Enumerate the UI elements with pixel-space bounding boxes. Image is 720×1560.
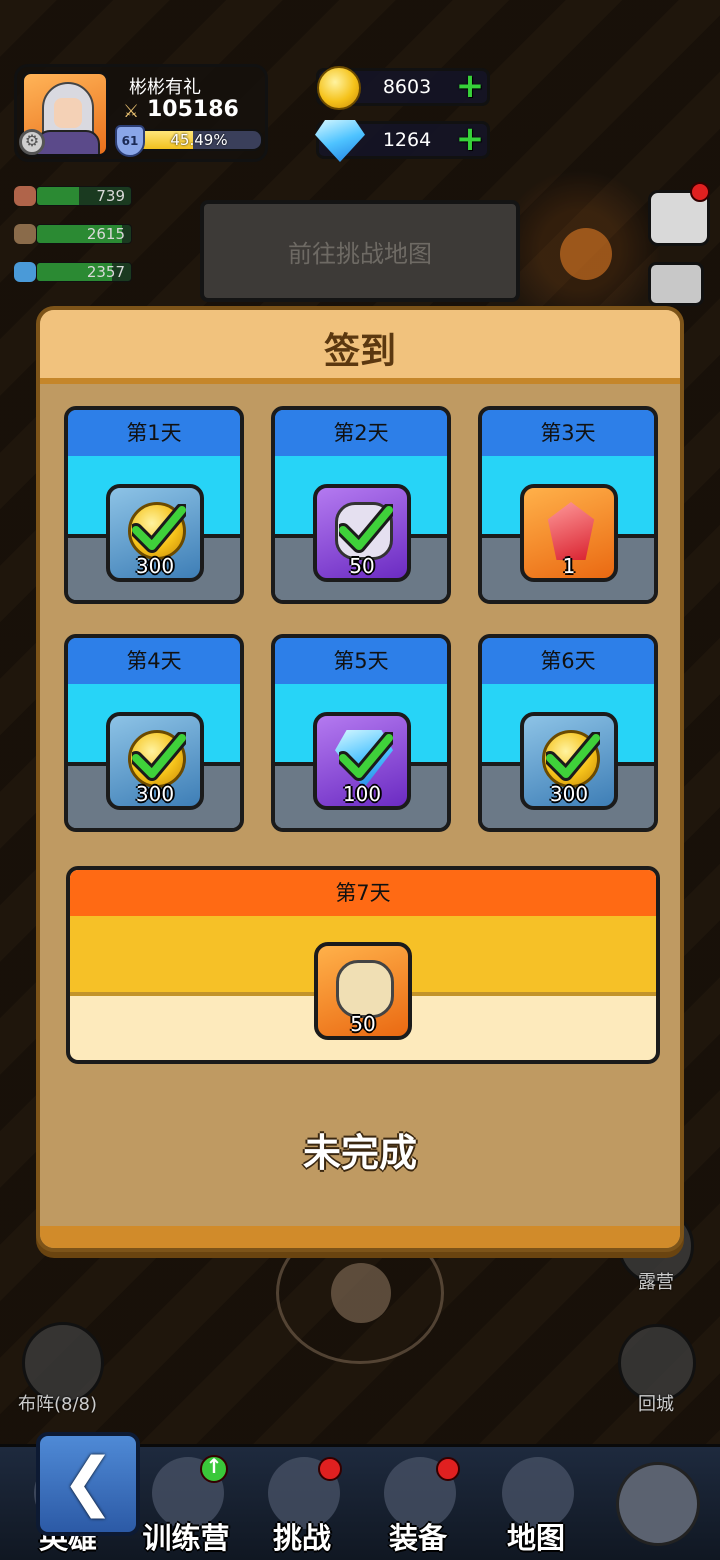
formation-label: 布阵(8/8) [18,1394,98,1415]
reward-qty: 100 [342,782,382,806]
add-gold-button[interactable]: + [455,69,485,103]
settings-gear-icon[interactable]: ⚙ [19,129,45,155]
check-icon [546,732,600,781]
notification-badge [436,1457,460,1481]
wood-icon [14,224,36,244]
add-diamond-button[interactable]: + [455,122,485,156]
resource-value: 739 [96,187,125,205]
nav-label: 训练营 [142,1521,230,1555]
resource-row-crystal: 2357 [14,260,132,284]
back-button[interactable]: ❮ [36,1432,140,1536]
crossed-swords-icon: ⚔ [123,101,140,122]
signin-panel: 签到 第1天 300 第2天 50 第3天 1 第4天 300 第5天 100 第6天 300 第7天… [36,306,684,1252]
reward-tile[interactable]: 50 [313,484,411,582]
day-card-1[interactable]: 第1天 300 [64,406,244,604]
resource-value: 2357 [86,263,125,281]
joystick-knob[interactable] [331,1263,391,1323]
exp-bar: 45.49% [135,129,263,151]
day-card-2[interactable]: 第2天 50 [271,406,451,604]
day-card-6[interactable]: 第6天 300 [478,634,658,832]
nav-label: 地图 [506,1521,565,1555]
day-label: 第1天 [68,410,240,456]
nav-challenge[interactable]: 挑战 [244,1453,360,1560]
signin-status: 未完成 [302,1131,417,1175]
day-label: 第7天 [70,870,656,916]
player-card[interactable]: ⚙ 彬彬有礼 ⚔ 105186 61 45.49% [14,64,268,162]
go-to-map-button[interactable]: 前往挑战地图 [200,200,520,302]
resource-row-meat: 739 [14,184,132,208]
return-city-label: 回城 [638,1394,674,1415]
level-shield-icon: 61 [115,125,145,157]
day-label: 第6天 [482,638,654,684]
day-label: 第5天 [275,638,447,684]
nav-label: 挑战 [272,1521,331,1555]
exp-percent: 45.49% [170,131,228,149]
day-label: 第4天 [68,638,240,684]
reward-tile[interactable]: 300 [520,712,618,810]
diamond-icon [315,120,365,162]
notification-badge [690,182,710,202]
red-crystal-icon [547,502,595,560]
check-icon [339,504,393,553]
crystal-icon [14,262,36,282]
nav-map[interactable]: 地图 [478,1453,594,1560]
check-icon [339,732,393,781]
reward-qty: 300 [135,782,175,806]
reward-tile[interactable]: 1 [520,484,618,582]
notification-badge [318,1457,342,1481]
day-card-5[interactable]: 第5天 100 [271,634,451,832]
reward-tile[interactable]: 50 [314,942,412,1040]
day-label: 第3天 [482,410,654,456]
reward-tile[interactable]: 300 [106,484,204,582]
locked-feature-lock-icon[interactable] [616,1462,700,1546]
day-card-3[interactable]: 第3天 1 [478,406,658,604]
reward-qty: 50 [350,1012,376,1036]
check-icon [132,732,186,781]
hero-portrait-icon [336,960,394,1018]
reward-tile[interactable]: 100 [313,712,411,810]
gold-counter: 8603 + [316,66,490,110]
day-card-7[interactable]: 第7天 50 [66,866,660,1064]
reward-qty: 1 [562,554,576,578]
gold-coin-icon [317,66,361,110]
panel-header: 签到 [40,310,680,384]
camp-label: 露营 [638,1272,674,1293]
check-icon [132,504,186,553]
meat-icon [14,186,36,206]
gold-value: 8603 [382,76,432,98]
reward-qty: 50 [349,554,375,578]
reward-qty: 300 [135,554,175,578]
mail-icon[interactable] [648,262,704,306]
power-value: 105186 [147,97,239,122]
resource-row-wood: 2615 [14,222,132,246]
reward-qty: 300 [549,782,589,806]
reward-tile[interactable]: 300 [106,712,204,810]
nav-label: 装备 [388,1521,447,1555]
day-label: 第2天 [275,410,447,456]
upgrade-arrow-icon: ↑ [200,1455,228,1483]
player-name: 彬彬有礼 [129,77,201,98]
panel-title: 签到 [323,331,396,372]
resource-value: 2615 [86,225,125,243]
diamond-counter: 1264 + [315,120,490,162]
day-card-4[interactable]: 第4天 300 [64,634,244,832]
diamond-value: 1264 [382,129,432,151]
campfire-icon [560,228,612,280]
